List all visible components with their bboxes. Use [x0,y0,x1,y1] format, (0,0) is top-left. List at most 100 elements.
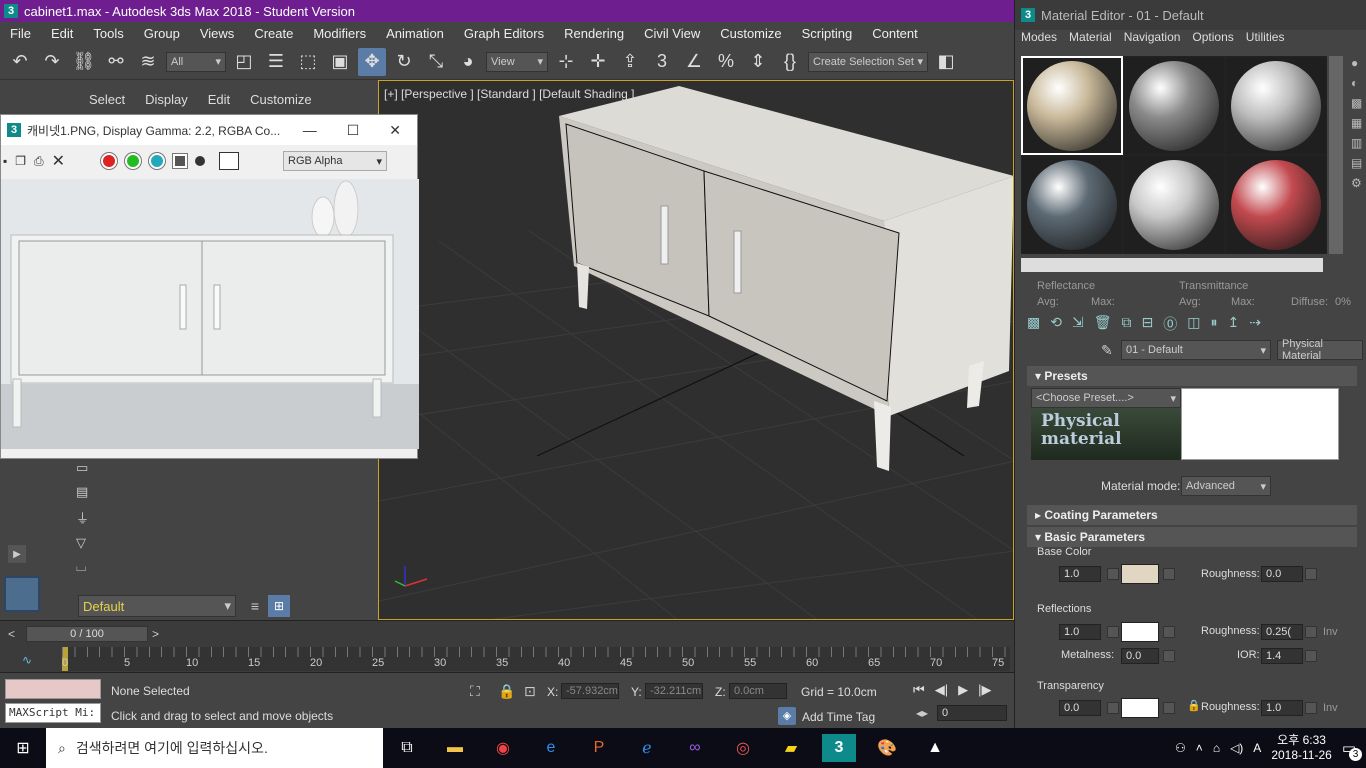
visual-studio-icon[interactable]: ∞ [678,734,712,762]
make-unique-icon[interactable]: ⧉ [1121,314,1131,334]
layers-icon[interactable]: ≡ [244,595,266,617]
sample-slot[interactable] [1021,56,1123,155]
eyedropper-icon[interactable]: ✎ [1101,342,1113,359]
menu-utilities[interactable]: Utilities [1240,30,1291,50]
material-id-icon[interactable]: ⓪ [1163,314,1177,334]
menu-group[interactable]: Group [134,26,190,41]
color-swatch[interactable] [219,152,240,170]
sample-slot[interactable] [1123,155,1225,254]
redo-icon[interactable]: ↷ [38,48,66,76]
reflection-inv-toggle[interactable]: Inv [1323,626,1338,638]
sample-slot[interactable] [1123,56,1225,155]
add-time-tag[interactable]: Add Time Tag [802,710,875,724]
previous-frame-icon[interactable]: ◀| [935,682,948,698]
make-preview-icon[interactable]: ▤ [1351,156,1365,170]
alpha-channel-toggle[interactable] [172,153,189,169]
base-color-swatch[interactable] [1121,564,1159,584]
transparency-color-swatch[interactable] [1121,698,1159,718]
metalness-map-button[interactable] [1163,650,1175,662]
menu-navigation[interactable]: Navigation [1118,30,1187,50]
menu-modifiers[interactable]: Modifiers [303,26,376,41]
powerpoint-icon[interactable]: P [582,734,616,762]
clock[interactable]: 오후 6:33 2018-11-26 [1271,733,1332,763]
photos-icon[interactable]: ▲ [918,734,952,762]
layer-dropdown[interactable]: Default ▾ [78,595,236,617]
isolate-selection-icon[interactable]: ⛶ [470,683,480,700]
select-by-name-icon[interactable]: ☰ [262,48,290,76]
preset-dropdown[interactable]: <Choose Preset....> ▾ [1031,388,1181,408]
reference-coordinate-dropdown[interactable]: View ▾ [486,51,548,72]
monochrome-toggle[interactable] [195,156,206,166]
options-icon[interactable]: ⚙ [1351,176,1365,190]
bind-spacewarp-icon[interactable]: ≋ [134,48,162,76]
red-channel-toggle[interactable] [100,152,119,170]
play-icon[interactable]: ▶ [958,682,968,698]
rectangular-selection-icon[interactable]: ⬚ [294,48,322,76]
perspective-viewport[interactable]: [+] [Perspective ] [Standard ] [Default … [378,80,1014,620]
z-coordinate-field[interactable]: 0.0cm [729,683,787,699]
people-icon[interactable]: ⚇ [1175,741,1186,755]
taskbar-search[interactable]: ⌕ 검색하려면 여기에 입력하십시오. [46,728,383,768]
menu-customize[interactable]: Customize [710,26,791,41]
play-side-icon[interactable]: ▶ [8,545,26,563]
tray-expand-icon[interactable]: ˄ [1196,741,1203,755]
tab-edit[interactable]: Edit [208,92,230,107]
channel-dropdown[interactable]: RGB Alpha ▾ [283,151,388,171]
menu-civil-view[interactable]: Civil View [634,26,710,41]
placement-icon[interactable]: ◕ [454,48,482,76]
reflection-weight-map-button[interactable] [1107,626,1119,638]
menu-options[interactable]: Options [1186,30,1239,50]
reflection-color-swatch[interactable] [1121,622,1159,642]
undo-icon[interactable]: ↶ [6,48,34,76]
menu-views[interactable]: Views [190,26,244,41]
print-icon[interactable]: ⎙ [34,154,44,169]
backlight-icon[interactable]: ◐ [1351,76,1365,90]
sample-slot[interactable] [1225,56,1327,155]
task-view-icon[interactable]: ⧉ [390,734,424,762]
get-material-icon[interactable]: ▩ [1027,314,1040,334]
window-crossing-icon[interactable]: ▣ [326,48,354,76]
keyboard-shortcut-override-icon[interactable]: ⇪ [616,48,644,76]
material-name-field[interactable]: 01 - Default ▾ [1121,340,1271,360]
ime-indicator[interactable]: A [1253,741,1261,755]
copy-icon[interactable]: ❐ [15,154,26,168]
media-icon[interactable]: ◎ [726,734,760,762]
base-color-map-button[interactable] [1163,568,1175,580]
uv-tiling-icon[interactable]: ▦ [1351,116,1365,130]
angle-snap-icon[interactable]: ∠ [680,48,708,76]
sample-type-icon[interactable]: ● [1351,56,1365,70]
layer-explorer-icon[interactable]: ⊞ [268,595,290,617]
chrome-icon[interactable]: ◉ [486,734,520,762]
curve-editor-icon[interactable]: ∿ [22,653,32,667]
maximize-icon[interactable]: ☐ [347,122,360,139]
video-color-check-icon[interactable]: ▥ [1351,136,1365,150]
snaps-toggle-icon[interactable]: 3 [648,48,676,76]
blue-channel-toggle[interactable] [148,152,167,170]
y-coordinate-field[interactable]: -32.211cm [645,683,703,699]
lock-icon[interactable]: 🔒 [1187,699,1201,712]
menu-rendering[interactable]: Rendering [554,26,634,41]
tab-display[interactable]: Display [145,92,188,107]
menu-create[interactable]: Create [244,26,303,41]
selection-filter-dropdown[interactable]: All ▾ [166,51,226,72]
base-weight-spinner[interactable]: 1.0 [1059,566,1101,582]
time-prev-icon[interactable]: < [8,627,15,641]
lock-icon[interactable]: 🔒 [498,683,515,700]
close-icon[interactable]: ✕ [389,122,401,139]
percent-snap-icon[interactable]: % [712,48,740,76]
next-frame-icon[interactable]: |▶ [978,682,991,698]
sample-slot[interactable] [1225,155,1327,254]
time-slider[interactable]: 0 / 100 [26,626,148,642]
reflection-color-map-button[interactable] [1163,626,1175,638]
maxscript-mini-listener[interactable]: MAXScript Mi: [5,703,101,723]
menu-animation[interactable]: Animation [376,26,454,41]
ior-spinner[interactable]: 1.4 [1261,648,1303,664]
put-to-library-icon[interactable]: ⊟ [1141,314,1153,334]
viewport-layout-icon[interactable] [4,576,40,612]
unlink-icon[interactable]: ⚯ [102,48,130,76]
3ds-max-taskbar-icon[interactable]: 3 [822,734,856,762]
transparency-weight-map-button[interactable] [1107,702,1119,714]
go-to-parent-icon[interactable]: ↥ [1227,314,1239,334]
edit-named-selection-icon[interactable]: {} [776,48,804,76]
presets-rollout[interactable]: ▾ Presets [1027,366,1357,386]
